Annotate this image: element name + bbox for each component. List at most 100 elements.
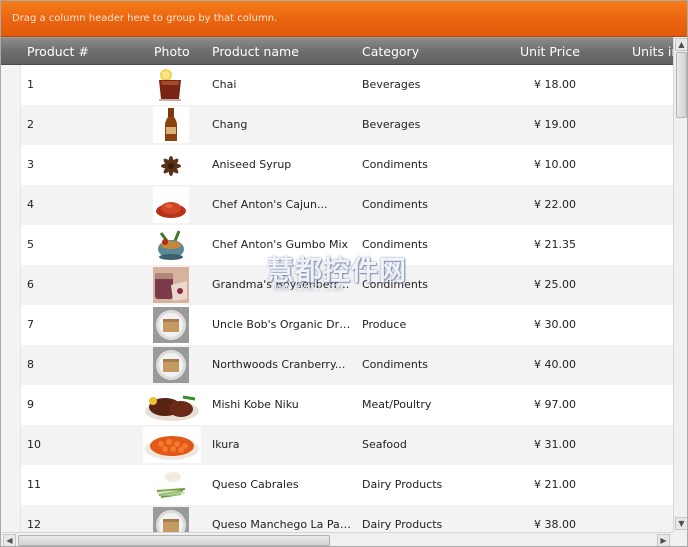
unit-price-cell[interactable]: ¥ 38.00 <box>501 505 576 532</box>
unit-price-cell[interactable]: ¥ 25.00 <box>501 265 576 305</box>
product-name-cell[interactable]: Chang <box>212 105 352 145</box>
product-name-cell[interactable]: Northwoods Cranberry... <box>212 345 352 385</box>
photo-cell[interactable] <box>141 505 201 532</box>
horizontal-scrollbar[interactable]: ◀ ▶ <box>1 532 673 546</box>
row-indent-cell[interactable] <box>1 345 21 385</box>
category-cell[interactable]: Dairy Products <box>362 465 492 505</box>
placeholder-box-icon <box>153 307 189 343</box>
category-cell[interactable]: Condiments <box>362 265 492 305</box>
table-row[interactable]: 4 Chef Anton's Cajun... Condiments ¥ 22.00 <box>1 185 673 225</box>
unit-price-cell[interactable]: ¥ 10.00 <box>501 145 576 185</box>
horizontal-scroll-thumb[interactable] <box>18 535 330 546</box>
table-row[interactable]: 7 Uncle Bob's Organic Dried... Produce ¥ 30… <box>1 305 673 345</box>
product-id-cell[interactable]: 10 <box>27 425 137 465</box>
vertical-scrollbar[interactable]: ▲ ▼ <box>673 37 687 532</box>
table-row[interactable]: 3 Aniseed Syrup Condiments ¥ 10.00 <box>1 145 673 185</box>
photo-cell[interactable] <box>141 345 201 385</box>
product-name-cell[interactable]: Uncle Bob's Organic Dried... <box>212 305 352 345</box>
column-header-photo[interactable]: Photo <box>154 38 190 64</box>
photo-cell[interactable] <box>141 305 201 345</box>
row-indent-cell[interactable] <box>1 105 21 145</box>
scroll-down-icon[interactable]: ▼ <box>675 517 687 530</box>
photo-cell[interactable] <box>141 425 201 465</box>
photo-cell[interactable] <box>141 145 201 185</box>
unit-price-cell[interactable]: ¥ 21.35 <box>501 225 576 265</box>
table-row[interactable]: 11 Queso Cabrales Dairy Products ¥ 21.00 <box>1 465 673 505</box>
column-header-product-id[interactable]: Product # <box>27 38 89 64</box>
row-indent-cell[interactable] <box>1 305 21 345</box>
photo-cell[interactable] <box>141 65 201 105</box>
unit-price-cell[interactable]: ¥ 40.00 <box>501 345 576 385</box>
product-id-cell[interactable]: 11 <box>27 465 137 505</box>
table-row[interactable]: 10 Ikura Seafood ¥ 31.00 <box>1 425 673 465</box>
group-by-panel[interactable]: Drag a column header here to group by th… <box>1 1 687 37</box>
product-id-cell[interactable]: 5 <box>27 225 137 265</box>
unit-price-cell[interactable]: ¥ 22.00 <box>501 185 576 225</box>
row-indent-cell[interactable] <box>1 385 21 425</box>
row-indent-cell[interactable] <box>1 265 21 305</box>
category-cell[interactable]: Condiments <box>362 345 492 385</box>
product-name-cell[interactable]: Chef Anton's Gumbo Mix <box>212 225 352 265</box>
vertical-scroll-thumb[interactable] <box>676 52 687 118</box>
product-id-cell[interactable]: 6 <box>27 265 137 305</box>
row-indent-cell[interactable] <box>1 465 21 505</box>
table-row[interactable]: 12 Queso Manchego La Pastora Dairy Product… <box>1 505 673 532</box>
product-id-cell[interactable]: 4 <box>27 185 137 225</box>
unit-price-cell[interactable]: ¥ 21.00 <box>501 465 576 505</box>
row-indent-cell[interactable] <box>1 225 21 265</box>
row-indent-cell[interactable] <box>1 185 21 225</box>
column-header-units-in-stock[interactable]: Units in <box>632 38 673 64</box>
category-cell[interactable]: Beverages <box>362 65 492 105</box>
table-row[interactable]: 5 Chef Anton's Gumbo Mix Condiments ¥ 21.35 <box>1 225 673 265</box>
unit-price-cell[interactable]: ¥ 30.00 <box>501 305 576 345</box>
photo-cell[interactable] <box>141 265 201 305</box>
table-row[interactable]: 6 Grandma's Boysenberry... Condiments ¥ 25.… <box>1 265 673 305</box>
photo-cell[interactable] <box>141 185 201 225</box>
table-row[interactable]: 1 Chai Beverages ¥ 18.00 <box>1 65 673 105</box>
photo-cell[interactable] <box>141 105 201 145</box>
row-indent-cell[interactable] <box>1 505 21 532</box>
row-indent-cell[interactable] <box>1 65 21 105</box>
scroll-up-icon[interactable]: ▲ <box>675 38 687 51</box>
scroll-left-icon[interactable]: ◀ <box>3 534 16 546</box>
unit-price-cell[interactable]: ¥ 97.00 <box>501 385 576 425</box>
category-cell[interactable]: Seafood <box>362 425 492 465</box>
product-name-cell[interactable]: Mishi Kobe Niku <box>212 385 352 425</box>
column-header-product-name[interactable]: Product name <box>212 38 299 64</box>
category-cell[interactable]: Condiments <box>362 225 492 265</box>
unit-price-cell[interactable]: ¥ 18.00 <box>501 65 576 105</box>
product-id-cell[interactable]: 8 <box>27 345 137 385</box>
row-indent-cell[interactable] <box>1 145 21 185</box>
column-header-category[interactable]: Category <box>362 38 419 64</box>
product-id-cell[interactable]: 7 <box>27 305 137 345</box>
photo-cell[interactable] <box>141 225 201 265</box>
photo-cell[interactable] <box>141 465 201 505</box>
product-name-cell[interactable]: Ikura <box>212 425 352 465</box>
product-id-cell[interactable]: 1 <box>27 65 137 105</box>
row-indent-cell[interactable] <box>1 425 21 465</box>
table-row[interactable]: 8 Northwoods Cranberry... Condiments ¥ 40.0… <box>1 345 673 385</box>
table-row[interactable]: 2 Chang Beverages ¥ 19.00 <box>1 105 673 145</box>
product-name-cell[interactable]: Grandma's Boysenberry... <box>212 265 352 305</box>
product-name-cell[interactable]: Queso Manchego La Pastora <box>212 505 352 532</box>
table-row[interactable]: 9 Mishi Kobe Niku Meat/Poultry ¥ 97.00 <box>1 385 673 425</box>
scroll-right-icon[interactable]: ▶ <box>657 534 670 546</box>
product-name-cell[interactable]: Queso Cabrales <box>212 465 352 505</box>
unit-price-cell[interactable]: ¥ 19.00 <box>501 105 576 145</box>
product-name-cell[interactable]: Aniseed Syrup <box>212 145 352 185</box>
category-cell[interactable]: Produce <box>362 305 492 345</box>
category-cell[interactable]: Condiments <box>362 145 492 185</box>
category-cell[interactable]: Dairy Products <box>362 505 492 532</box>
category-cell[interactable]: Beverages <box>362 105 492 145</box>
product-id-cell[interactable]: 12 <box>27 505 137 532</box>
product-name-cell[interactable]: Chai <box>212 65 352 105</box>
product-id-cell[interactable]: 2 <box>27 105 137 145</box>
product-name-cell[interactable]: Chef Anton's Cajun... <box>212 185 352 225</box>
product-id-cell[interactable]: 9 <box>27 385 137 425</box>
product-id-cell[interactable]: 3 <box>27 145 137 185</box>
column-header-unit-price[interactable]: Unit Price <box>520 38 580 64</box>
category-cell[interactable]: Meat/Poultry <box>362 385 492 425</box>
photo-cell[interactable] <box>141 385 201 425</box>
category-cell[interactable]: Condiments <box>362 185 492 225</box>
unit-price-cell[interactable]: ¥ 31.00 <box>501 425 576 465</box>
